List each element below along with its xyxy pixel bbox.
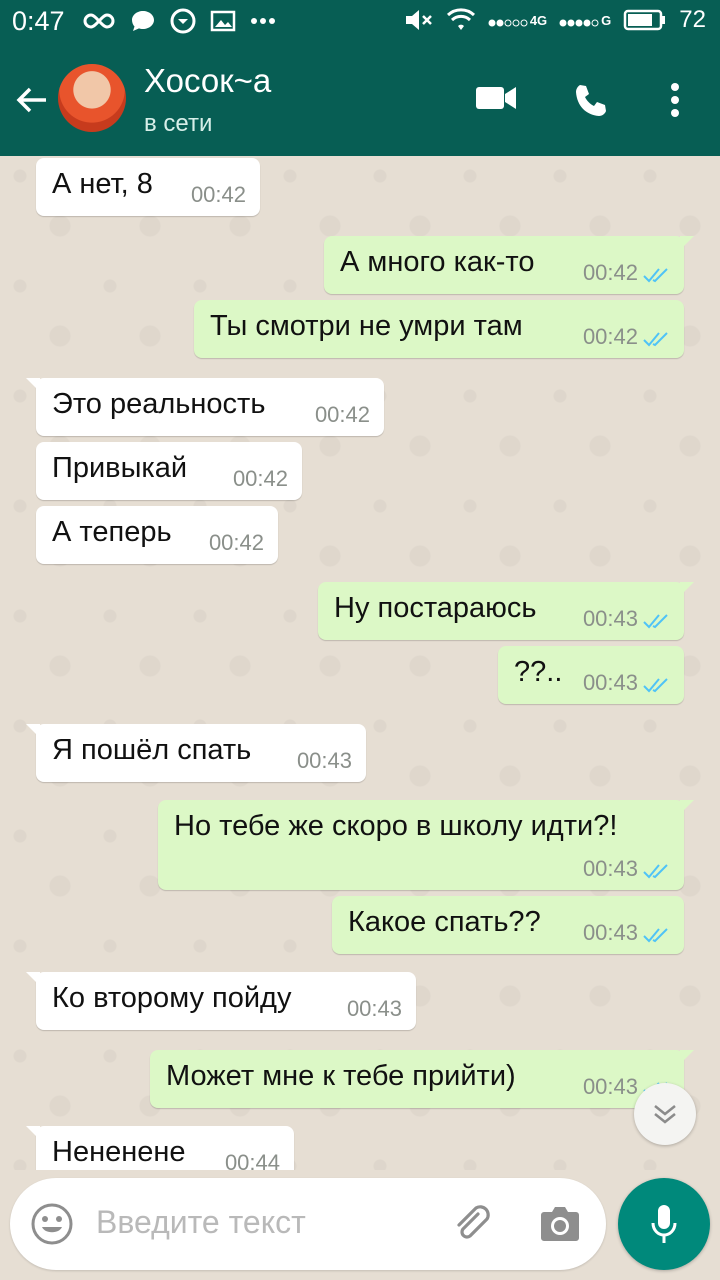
message-text: Я пошёл спать xyxy=(52,734,252,766)
message-text: Привыкай xyxy=(52,452,188,484)
message-time: 00:43 xyxy=(582,920,638,945)
message-time: 00:42 xyxy=(232,466,288,491)
message-text: Это реальность xyxy=(52,388,266,420)
infinity-icon xyxy=(83,13,115,29)
wifi-icon xyxy=(446,8,475,30)
back-arrow-icon[interactable] xyxy=(14,82,50,118)
microphone-icon xyxy=(651,1205,677,1243)
message-text: Может мне к тебе прийти) xyxy=(166,1060,516,1092)
paperclip-icon[interactable] xyxy=(450,1202,494,1246)
battery-level: 72 xyxy=(679,6,706,33)
network-type-g: G xyxy=(601,12,612,28)
incoming-message[interactable]: Нененене 00:44 xyxy=(26,1126,294,1170)
message-input[interactable]: Введите текст xyxy=(96,1204,306,1241)
signal-dots-icon xyxy=(559,19,599,26)
outgoing-message[interactable]: Какое спать?? 00:43 xyxy=(332,896,684,954)
message-text: Какое спать?? xyxy=(348,906,541,938)
message-list[interactable]: А нет, 8 00:42 А много как-то 00:42 Ты с… xyxy=(0,156,720,1170)
message-input-bar[interactable]: Введите текст xyxy=(10,1178,606,1270)
incoming-message[interactable]: Ко второму пойду 00:43 xyxy=(26,972,416,1030)
chat-header: Хосок~а в сети xyxy=(0,46,720,156)
battery-icon xyxy=(624,9,666,31)
message-text: Ты смотри не умри там xyxy=(210,310,523,342)
message-time: 00:42 xyxy=(208,530,264,555)
video-call-icon[interactable] xyxy=(474,82,518,114)
message-time: 00:42 xyxy=(314,402,370,427)
message-time: 00:42 xyxy=(190,182,246,207)
message-time: 00:44 xyxy=(224,1150,280,1170)
message-text: Ну постараюсь xyxy=(334,592,537,624)
signal-strength-2: G xyxy=(559,13,611,28)
read-receipt-icon xyxy=(643,678,668,693)
outgoing-message[interactable]: Но тебе же скоро в школу идти?! 00:43 xyxy=(158,800,694,890)
read-receipt-icon xyxy=(643,928,668,943)
signal-dots-icon xyxy=(488,19,528,26)
message-text: Нененене xyxy=(52,1136,186,1168)
scroll-to-bottom-button[interactable] xyxy=(634,1083,696,1145)
signal-strength-1: 4G xyxy=(488,13,547,28)
outgoing-message[interactable]: Ты смотри не умри там 00:42 xyxy=(194,300,684,358)
message-text: ??.. xyxy=(514,656,563,688)
incoming-message[interactable]: Я пошёл спать 00:43 xyxy=(26,724,366,782)
message-text: А теперь xyxy=(52,516,172,548)
message-time: 00:42 xyxy=(582,260,638,285)
read-receipt-icon xyxy=(643,268,668,283)
chat-icon xyxy=(132,11,154,31)
message-text: Но тебе же скоро в школу идти?! xyxy=(174,810,618,842)
outgoing-message[interactable]: ??.. 00:43 xyxy=(498,646,684,704)
incoming-message[interactable]: Привыкай 00:42 xyxy=(36,442,302,500)
incoming-message[interactable]: А нет, 8 00:42 xyxy=(36,158,260,216)
more-options-icon[interactable] xyxy=(668,82,682,118)
incoming-message[interactable]: Это реальность 00:42 xyxy=(26,378,384,436)
read-receipt-icon xyxy=(643,864,668,879)
download-icon xyxy=(170,8,196,34)
message-time: 00:43 xyxy=(582,1074,638,1099)
message-text: А много как-то xyxy=(340,246,535,278)
message-time: 00:43 xyxy=(582,670,638,695)
double-chevron-down-icon xyxy=(654,1105,676,1124)
read-receipt-icon xyxy=(643,614,668,629)
mute-icon xyxy=(405,10,432,30)
message-time: 00:43 xyxy=(296,748,352,773)
image-icon xyxy=(210,10,236,32)
avatar[interactable] xyxy=(58,64,126,132)
outgoing-message[interactable]: Ну постараюсь 00:43 xyxy=(318,582,694,640)
status-time: 0:47 xyxy=(12,6,65,36)
contact-status: в сети xyxy=(144,110,213,137)
contact-name[interactable]: Хосок~а xyxy=(144,62,271,100)
voice-record-button[interactable] xyxy=(618,1178,710,1270)
read-receipt-icon xyxy=(643,332,668,347)
outgoing-message[interactable]: Может мне к тебе прийти) 00:43 xyxy=(150,1050,694,1108)
message-time: 00:43 xyxy=(346,996,402,1021)
message-text: А нет, 8 xyxy=(52,168,153,200)
emoji-icon[interactable] xyxy=(30,1202,74,1246)
message-time: 00:42 xyxy=(582,324,638,349)
message-time: 00:43 xyxy=(582,606,638,631)
message-time: 00:43 xyxy=(582,856,638,881)
message-text: Ко второму пойду xyxy=(52,982,292,1014)
incoming-message[interactable]: А теперь 00:42 xyxy=(36,506,278,564)
network-type-4g: 4G xyxy=(529,12,548,28)
outgoing-message[interactable]: А много как-то 00:42 xyxy=(324,236,694,294)
camera-icon[interactable] xyxy=(538,1204,582,1244)
phone-call-icon[interactable] xyxy=(572,82,610,120)
status-bar: 0:47 4G G 72 xyxy=(0,0,720,46)
more-notifications-icon xyxy=(251,18,275,24)
